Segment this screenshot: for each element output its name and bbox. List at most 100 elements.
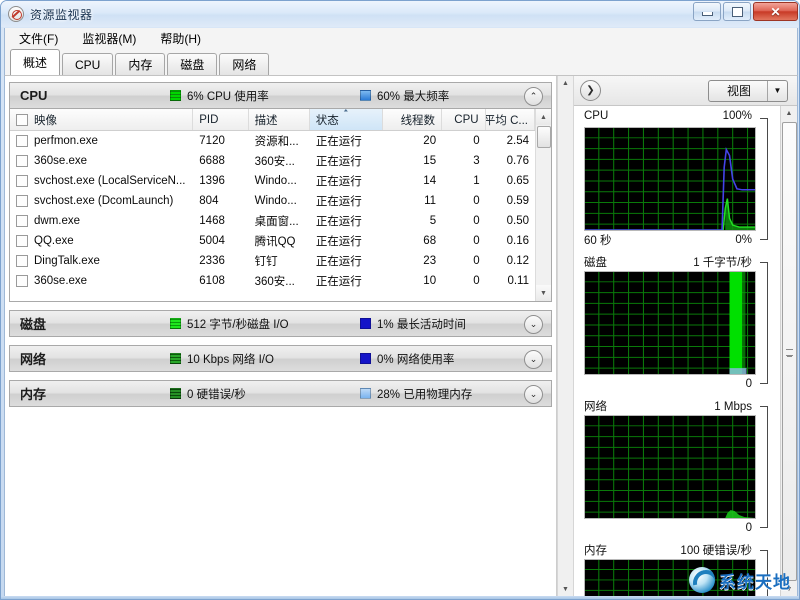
- chevron-down-icon[interactable]: ▼: [767, 80, 787, 101]
- view-button[interactable]: 视图 ▼: [707, 79, 788, 102]
- row-checkbox[interactable]: [16, 175, 28, 187]
- column-header-description[interactable]: 描述: [249, 109, 310, 130]
- cell-cpu: 0: [473, 235, 480, 247]
- tab-cpu[interactable]: CPU: [62, 53, 114, 75]
- graph-list: CPU 100% 60 秒 0% 磁盘 1 千字节/秒 0 网络 1 Mbps …: [574, 106, 780, 597]
- watermark: 系统天地: [689, 567, 791, 593]
- blue-swatch-icon: [360, 318, 371, 329]
- expand-chevron-disk[interactable]: ⌄: [524, 315, 543, 334]
- scroll-up-icon[interactable]: ▲: [558, 76, 573, 91]
- section-header-memory[interactable]: 内存 0 硬错误/秒 28% 已用物理内存 ⌄: [9, 380, 552, 407]
- network-graph: 网络 1 Mbps 0: [584, 398, 778, 536]
- cpu-graph-scale-top: 100%: [722, 110, 752, 122]
- table-row[interactable]: QQ.exe 5004 腾讯QQ 正在运行 68 0 0.16: [10, 231, 535, 251]
- left-pane-scrollbar[interactable]: ▲ ▼: [557, 76, 574, 597]
- section-header-disk[interactable]: 磁盘 512 字节/秒磁盘 I/O 1% 最长活动时间 ⌄: [9, 310, 552, 337]
- cell-image: DingTalk.exe: [10, 255, 193, 267]
- row-checkbox[interactable]: [16, 235, 28, 247]
- view-button-label: 视图: [726, 84, 751, 98]
- select-all-checkbox[interactable]: [16, 113, 28, 126]
- scroll-down-icon[interactable]: ▼: [558, 582, 573, 597]
- cell-desc: 钉钉: [254, 256, 278, 268]
- cell-cpu: 1: [473, 175, 480, 187]
- cell-avgcpu: 0.50: [506, 215, 529, 227]
- collapse-chevron-cpu[interactable]: ⌃: [524, 87, 543, 106]
- section-header-network[interactable]: 网络 10 Kbps 网络 I/O 0% 网络使用率 ⌄: [9, 345, 552, 372]
- table-row[interactable]: dwm.exe 1468 桌面窗... 正在运行 5 0 0.50: [10, 211, 535, 231]
- tab-overview[interactable]: 概述: [10, 49, 61, 75]
- right-pane-scrollbar[interactable]: ▲ ▼: [780, 106, 797, 597]
- cell-desc: Windo...: [254, 195, 297, 207]
- tab-disk[interactable]: 磁盘: [167, 53, 218, 75]
- disk-graph-title: 磁盘: [584, 257, 607, 269]
- expand-chevron-memory[interactable]: ⌄: [524, 385, 543, 404]
- cell-desc: 360安...: [254, 276, 295, 288]
- cpu-graph-time-label: 60 秒: [584, 234, 612, 247]
- menu-item-file[interactable]: 文件(F): [9, 28, 68, 49]
- table-row[interactable]: svchost.exe (LocalServiceN... 1396 Windo..…: [10, 171, 535, 191]
- process-table-scrollbar[interactable]: ▲ ▼: [535, 109, 551, 301]
- memory-faults-stat: 0 硬错误/秒: [170, 386, 360, 402]
- window-bottom-edge: [1, 596, 799, 599]
- menu-item-monitor[interactable]: 监视器(M): [72, 28, 146, 49]
- column-header-pid[interactable]: PID: [193, 109, 249, 130]
- blue-swatch-icon: [360, 388, 371, 399]
- tab-strip: 概述 CPU 内存 磁盘 网络: [4, 49, 798, 75]
- column-header-image[interactable]: 映像: [10, 109, 194, 130]
- expand-chevron-network[interactable]: ⌄: [524, 350, 543, 369]
- scroll-down-icon[interactable]: ▼: [535, 285, 551, 301]
- tab-network[interactable]: 网络: [219, 53, 270, 75]
- memory-graph-title: 内存: [584, 545, 607, 557]
- cell-pid: 2336: [199, 255, 225, 267]
- right-pane: ❯ 视图 ▼ CPU 100% 60 秒 0% 磁盘 1 千字节/秒 0 网络 …: [574, 76, 797, 597]
- maximize-button[interactable]: [723, 2, 751, 21]
- table-row[interactable]: perfmon.exe 7120 资源和... 正在运行 20 0 2.54: [10, 131, 535, 151]
- cell-threads: 68: [423, 235, 437, 247]
- cell-pid: 1396: [199, 175, 225, 187]
- table-row[interactable]: DingTalk.exe 2336 钉钉 正在运行 23 0 0.12: [10, 251, 535, 271]
- table-row[interactable]: 360se.exe 6108 360安... 正在运行 10 0 0.11: [10, 271, 535, 291]
- disk-io-stat: 512 字节/秒磁盘 I/O: [170, 316, 360, 332]
- table-row[interactable]: 360se.exe 6688 360安... 正在运行 15 3 0.76: [10, 151, 535, 171]
- cell-desc: Windo...: [254, 175, 297, 187]
- scroll-up-icon[interactable]: ▲: [781, 106, 797, 121]
- section-header-cpu[interactable]: CPU 6% CPU 使用率 60% 最大频率 ⌃: [9, 82, 552, 109]
- menu-item-help[interactable]: 帮助(H): [150, 28, 211, 49]
- table-header-row: 映像 PID 描述 状态 线程数 CPU 平均 C...: [10, 109, 535, 131]
- minimize-button[interactable]: [693, 2, 721, 21]
- cell-threads: 15: [423, 155, 437, 167]
- scrollbar-thumb[interactable]: [536, 126, 551, 148]
- cell-threads: 11: [424, 195, 437, 207]
- scroll-up-icon[interactable]: ▲: [535, 109, 551, 125]
- column-header-threads[interactable]: 线程数: [383, 109, 443, 130]
- column-header-avg-cpu[interactable]: 平均 C...: [486, 109, 535, 130]
- column-header-status[interactable]: 状态: [309, 109, 383, 130]
- cell-image: perfmon.exe: [10, 135, 193, 147]
- network-graph-title: 网络: [584, 401, 607, 413]
- cell-cpu: 0: [473, 195, 480, 207]
- collapse-panel-icon[interactable]: ❯: [580, 80, 601, 101]
- cell-cpu: 0: [473, 275, 480, 287]
- title-bar: 资源监视器 ✕: [1, 1, 799, 27]
- row-checkbox[interactable]: [16, 135, 28, 147]
- row-checkbox[interactable]: [16, 275, 28, 287]
- process-name: svchost.exe (LocalServiceN...: [34, 175, 186, 187]
- column-header-cpu[interactable]: CPU: [442, 109, 486, 130]
- cpu-graph-scale-bottom: 0%: [735, 233, 752, 246]
- row-checkbox[interactable]: [16, 195, 28, 207]
- row-checkbox[interactable]: [16, 215, 28, 227]
- scrollbar-thumb[interactable]: [781, 122, 797, 581]
- tab-memory[interactable]: 内存: [115, 53, 166, 75]
- section-title-network: 网络: [20, 352, 47, 367]
- window-title: 资源监视器: [30, 7, 93, 22]
- row-checkbox[interactable]: [16, 255, 28, 267]
- green-swatch-icon: [170, 90, 181, 101]
- process-name: DingTalk.exe: [34, 255, 100, 267]
- table-row[interactable]: svchost.exe (DcomLaunch) 804 Windo... 正在运行 1…: [10, 191, 535, 211]
- row-checkbox[interactable]: [16, 155, 28, 167]
- process-name: perfmon.exe: [34, 135, 98, 147]
- close-button[interactable]: ✕: [753, 2, 798, 21]
- cell-avgcpu: 0.59: [506, 195, 529, 207]
- window-controls: ✕: [691, 2, 798, 21]
- cell-avgcpu: 2.54: [506, 135, 529, 147]
